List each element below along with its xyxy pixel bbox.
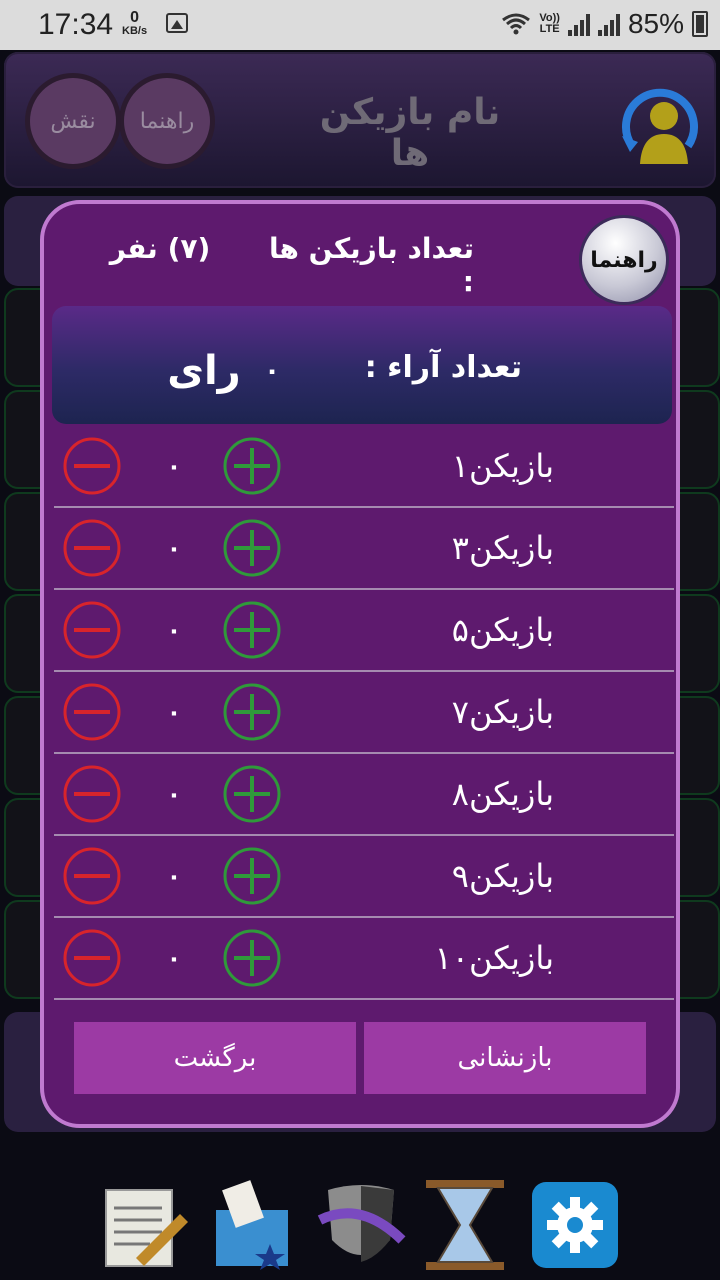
- player-row: بازیکن۱ ۰: [54, 426, 674, 508]
- plus-vote-button[interactable]: [222, 600, 282, 660]
- network-speed: 0 KB/s: [122, 10, 147, 37]
- player-name: بازیکن۳: [451, 529, 554, 567]
- player-vote-count: ۰: [166, 944, 182, 972]
- player-vote-count: ۰: [166, 862, 182, 890]
- player-row: بازیکن۹ ۰: [54, 836, 674, 918]
- page-title: نام بازیکن ها: [319, 92, 501, 174]
- mask-icon[interactable]: [316, 1180, 406, 1270]
- signal-icon-2: [597, 12, 620, 36]
- plus-vote-button[interactable]: [222, 846, 282, 906]
- votes-label: تعداد آراء :: [364, 350, 522, 385]
- lte-label: LTE: [539, 23, 560, 35]
- player-vote-count: ۰: [166, 534, 182, 562]
- votes-unit: رای: [167, 348, 241, 394]
- minus-vote-button[interactable]: [62, 764, 122, 824]
- plus-vote-button[interactable]: [222, 436, 282, 496]
- minus-vote-button[interactable]: [62, 928, 122, 988]
- player-row: بازیکن۵ ۰: [54, 590, 674, 672]
- player-vote-count: ۰: [166, 452, 182, 480]
- player-row: بازیکن۸ ۰: [54, 754, 674, 836]
- votes-value: ۰: [264, 356, 280, 386]
- bottom-nav: [0, 1150, 720, 1280]
- player-name: بازیکن۵: [451, 611, 554, 649]
- player-vote-count: ۰: [166, 616, 182, 644]
- players-count-value: (۷) نفر: [109, 232, 211, 265]
- plus-vote-button[interactable]: [222, 928, 282, 988]
- minus-vote-button[interactable]: [62, 436, 122, 496]
- minus-vote-button[interactable]: [62, 518, 122, 578]
- refresh-user-icon[interactable]: [612, 76, 704, 168]
- network-speed-unit: KB/s: [122, 25, 148, 37]
- votes-panel: تعداد آراء : ۰ رای: [52, 306, 672, 424]
- image-notification-icon: [166, 13, 188, 33]
- players-count-label: تعداد بازیکن ها :: [268, 232, 474, 298]
- player-row: بازیکن۳ ۰: [54, 508, 674, 590]
- status-bar: 17:34 0 KB/s Vo)) LTE 85%: [0, 0, 720, 50]
- header-role-button[interactable]: نقش: [30, 78, 116, 164]
- network-speed-value: 0: [130, 9, 139, 26]
- plus-vote-button[interactable]: [222, 682, 282, 742]
- player-name: بازیکن۹: [451, 857, 554, 895]
- signal-icon: [567, 12, 590, 36]
- player-row: بازیکن۷ ۰: [54, 672, 674, 754]
- battery-icon: [692, 11, 708, 37]
- gear-icon[interactable]: [530, 1180, 620, 1270]
- player-vote-count: ۰: [166, 780, 182, 808]
- plus-vote-button[interactable]: [222, 518, 282, 578]
- wifi-icon: [502, 13, 531, 35]
- player-name: بازیکن۱: [451, 447, 554, 485]
- dialog-help-button[interactable]: راهنما: [582, 218, 666, 302]
- back-button[interactable]: برگشت: [74, 1022, 356, 1094]
- player-name: بازیکن۷: [451, 693, 554, 731]
- player-name: بازیکن۱۰: [434, 939, 554, 977]
- player-vote-count: ۰: [166, 698, 182, 726]
- notes-icon[interactable]: [100, 1180, 190, 1270]
- lte-indicator: Vo)) LTE: [539, 13, 560, 35]
- reset-button[interactable]: بازنشانی: [364, 1022, 646, 1094]
- player-name: بازیکن۸: [451, 775, 554, 813]
- hourglass-icon[interactable]: [420, 1180, 510, 1270]
- plus-vote-button[interactable]: [222, 764, 282, 824]
- vote-box-icon[interactable]: [208, 1180, 298, 1270]
- status-time: 17:34: [38, 8, 114, 41]
- minus-vote-button[interactable]: [62, 600, 122, 660]
- battery-percent: 85%: [627, 8, 684, 39]
- header-help-button[interactable]: راهنما: [124, 78, 210, 164]
- status-right: Vo)) LTE 85%: [501, 8, 708, 40]
- minus-vote-button[interactable]: [62, 846, 122, 906]
- minus-vote-button[interactable]: [62, 682, 122, 742]
- player-row: بازیکن۱۰ ۰: [54, 918, 674, 1000]
- vote-dialog: راهنما تعداد بازیکن ها : (۷) نفر تعداد آ…: [40, 200, 680, 1128]
